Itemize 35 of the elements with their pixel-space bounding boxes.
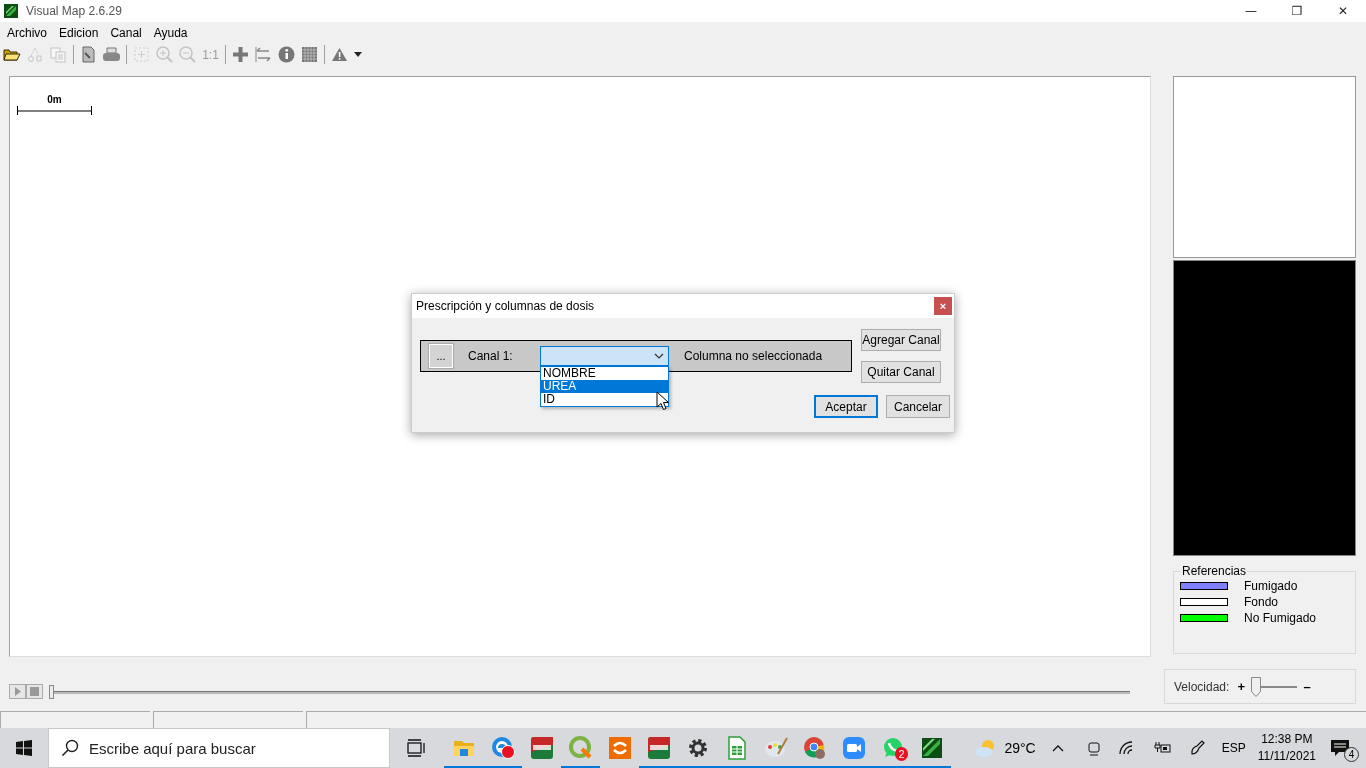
close-button[interactable]: × [934,297,952,315]
dialog-button[interactable]: Quitar Canal [861,361,941,383]
dialog-button[interactable]: Cancelar [886,395,950,418]
legend-label: Fondo [1244,595,1279,609]
dropdown-option[interactable]: NOMBRE [541,367,668,380]
menu-item[interactable]: Edicion [53,25,105,40]
plus-label: + [1237,679,1246,694]
minimize-button[interactable]: — [1228,0,1274,22]
legend-label: Fumigado [1244,579,1298,593]
window-title: Visual Map 2.6.29 [26,4,122,18]
clock-date[interactable]: 11/11/2021 [1257,748,1316,765]
menu-item[interactable]: Ayuda [147,25,194,40]
dropdown-option[interactable]: UREA [541,380,668,393]
legend-label: No Fumigado [1244,611,1317,625]
minus-label: – [1303,679,1312,694]
taskbar-button[interactable]: 2 [873,728,912,768]
menu-item[interactable]: Canal [104,25,148,40]
clock-time[interactable]: 12:38 PM [1261,731,1313,748]
browse-button[interactable]: ... [429,344,453,368]
menu-item[interactable]: Archivo [1,25,53,40]
legend-title: Referencias [1181,564,1248,578]
temperature-label: 29°C [1004,740,1036,756]
channel-status: Columna no seleccionada [684,349,823,363]
scale-label: 0m [47,94,62,106]
notification-badge: 2 [895,747,908,761]
restore-button[interactable]: ❐ [1274,0,1320,22]
dialog-button[interactable]: Agregar Canal [861,329,941,351]
notification-count: 4 [1344,747,1359,762]
channel-label: Canal 1: [468,349,514,363]
speed-label: Velocidad: [1174,679,1230,694]
language-indicator[interactable]: ESP [1221,741,1246,755]
dialog-title: Prescripción y columnas de dosis [416,299,595,313]
dialog-button[interactable]: Aceptar [814,395,878,418]
close-button[interactable]: ✕ [1320,0,1366,22]
search-field[interactable]: Escribe aquí para buscar [48,728,390,768]
